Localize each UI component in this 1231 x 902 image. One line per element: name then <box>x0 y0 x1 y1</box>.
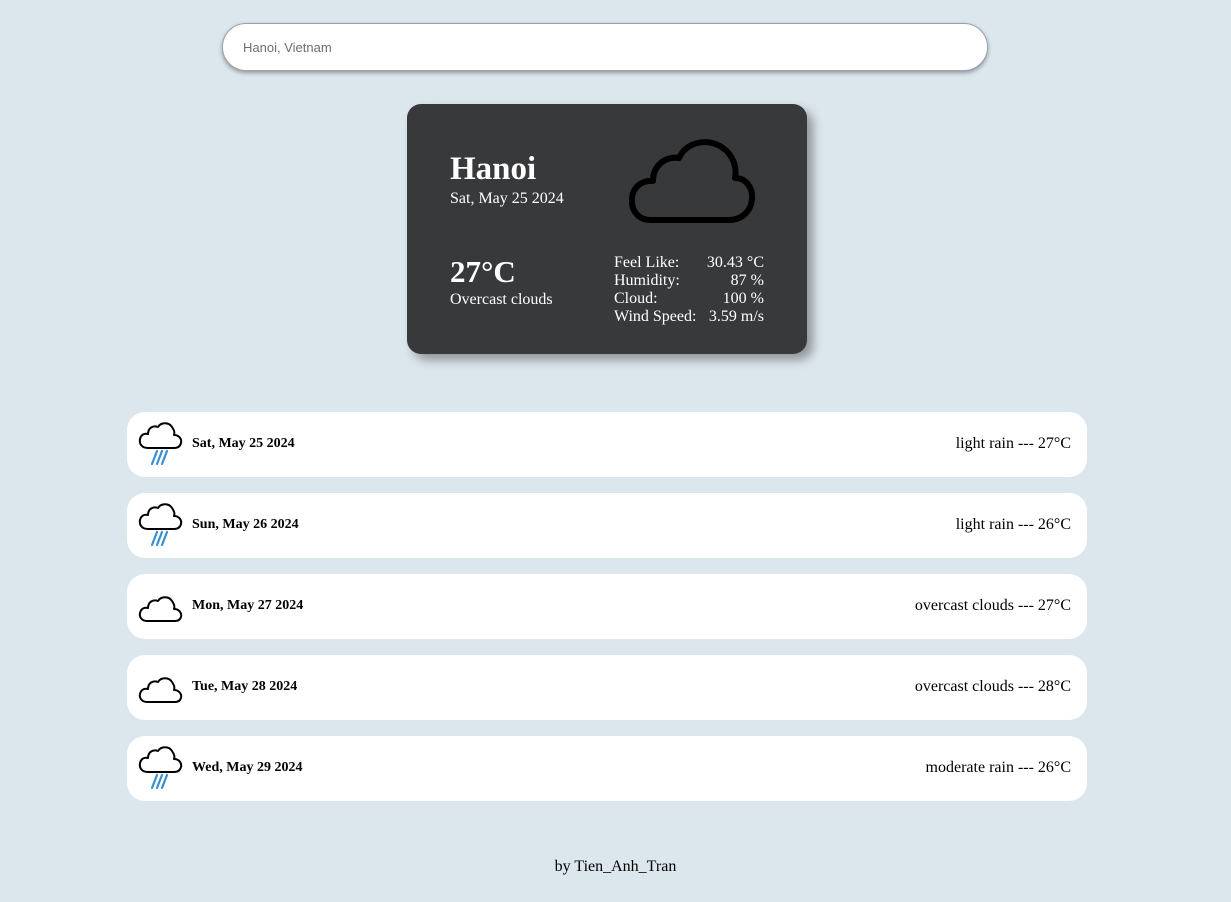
city-name: Hanoi <box>450 151 537 187</box>
forecast-date: Mon, May 27 2024 <box>192 598 304 613</box>
rain-cloud-icon <box>138 746 183 790</box>
stat-label: Cloud: <box>614 290 658 307</box>
stat-value: 30.43 °C <box>706 254 764 271</box>
forecast-row: Tue, May 28 2024 overcast clouds --- 28°… <box>127 655 1087 720</box>
stat-feel-like: Feel Like: 30.43 °C <box>614 254 764 272</box>
forecast-summary: moderate rain --- 26°C <box>925 759 1071 776</box>
forecast-date: Wed, May 29 2024 <box>192 760 303 775</box>
current-description: Overcast clouds <box>450 291 553 308</box>
forecast-summary: light rain --- 26°C <box>955 516 1071 533</box>
cloud-icon <box>138 677 183 703</box>
search-input[interactable] <box>222 23 988 71</box>
rain-cloud-icon <box>138 422 183 466</box>
forecast-row: Sun, May 26 2024 light rain --- 26°C <box>127 493 1087 558</box>
forecast-summary: overcast clouds --- 27°C <box>914 597 1071 614</box>
forecast-row: Wed, May 29 2024 moderate rain --- 26°C <box>127 736 1087 801</box>
forecast-summary: overcast clouds --- 28°C <box>914 678 1071 695</box>
rain-cloud-icon <box>138 503 183 547</box>
stat-value: 100 % <box>722 290 764 307</box>
stat-cloud: Cloud: 100 % <box>614 290 764 308</box>
current-weather-card: Hanoi Sat, May 25 2024 27°C Overcast clo… <box>407 104 807 354</box>
cloud-icon <box>629 139 755 223</box>
forecast-row: Mon, May 27 2024 overcast clouds --- 27°… <box>127 574 1087 639</box>
stat-label: Feel Like: <box>614 254 680 271</box>
stat-value: 87 % <box>730 272 764 289</box>
current-date: Sat, May 25 2024 <box>450 190 564 207</box>
stat-humidity: Humidity: 87 % <box>614 272 764 290</box>
forecast-summary: light rain --- 27°C <box>955 435 1071 452</box>
footer-credit: by Tien_Anh_Tran <box>554 858 677 875</box>
forecast-date: Tue, May 28 2024 <box>192 679 298 694</box>
stat-label: Wind Speed: <box>614 308 697 325</box>
stat-label: Humidity: <box>614 272 680 289</box>
forecast-date: Sun, May 26 2024 <box>192 517 299 532</box>
current-temperature: 27°C <box>450 254 516 289</box>
forecast-date: Sat, May 25 2024 <box>192 436 295 451</box>
stat-value: 3.59 m/s <box>708 308 764 325</box>
forecast-row: Sat, May 25 2024 light rain --- 27°C <box>127 412 1087 477</box>
weather-stats: Feel Like: 30.43 °C Humidity: 87 % Cloud… <box>614 254 764 326</box>
cloud-icon <box>138 596 183 622</box>
stat-wind-speed: Wind Speed: 3.59 m/s <box>614 308 764 326</box>
